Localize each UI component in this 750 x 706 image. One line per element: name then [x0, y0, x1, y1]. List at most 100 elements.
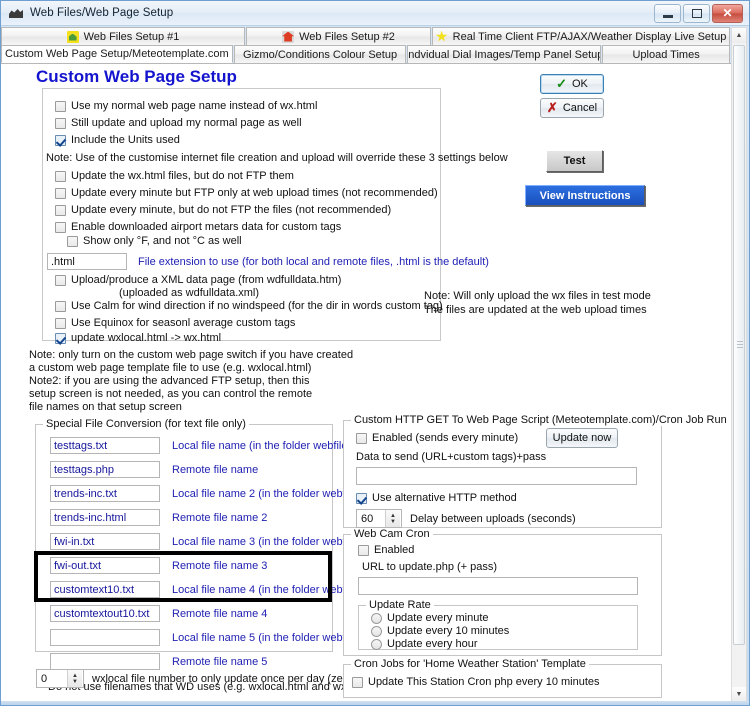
- house-red-icon: [282, 30, 295, 43]
- checkbox-update-every-minute-no-ftp[interactable]: Update every minute, but do not FTP the …: [55, 204, 391, 216]
- custom-http-get-caption: Custom HTTP GET To Web Page Script (Mete…: [351, 414, 730, 426]
- minimize-icon[interactable]: [654, 3, 681, 23]
- file-conv-row-2: Remote file name: [50, 461, 258, 478]
- checkbox-update-station-cron[interactable]: Update This Station Cron php every 10 mi…: [352, 676, 600, 688]
- checkbox-http-get-enabled[interactable]: Enabled (sends every minute): [356, 432, 518, 444]
- close-icon[interactable]: ✕: [712, 3, 743, 23]
- checkbox-upload-xml-data-page[interactable]: Upload/produce a XML data page (from wdf…: [55, 274, 341, 286]
- view-instructions-button[interactable]: View Instructions: [525, 185, 645, 206]
- remote-file-name-1-input[interactable]: [50, 461, 160, 478]
- checkbox-use-calm-wind-direction[interactable]: Use Calm for wind direction if no windsp…: [55, 300, 443, 312]
- maximize-icon[interactable]: [683, 3, 710, 23]
- spinner-down-icon[interactable]: ▼: [390, 519, 396, 525]
- wxlocal-number-input[interactable]: [37, 670, 67, 687]
- remote-file-name-5-input[interactable]: [50, 653, 160, 670]
- local-file-name-1-input[interactable]: [50, 437, 160, 454]
- file-extension-input[interactable]: [47, 253, 127, 270]
- checkbox-update-no-ftp[interactable]: Update the wx.html files, but do not FTP…: [55, 170, 294, 182]
- spinner-down-icon[interactable]: ▼: [72, 679, 78, 685]
- checkbox-use-alt-http-method[interactable]: Use alternative HTTP method: [356, 492, 517, 504]
- radio-label: Update every minute: [387, 612, 489, 624]
- tab-upload-times[interactable]: Upload Times: [602, 45, 730, 63]
- http-get-data-label: Data to send (URL+custom tags)+pass: [356, 451, 547, 463]
- checkbox-box: [67, 235, 78, 247]
- webcam-url-input[interactable]: [358, 577, 638, 595]
- tab-row-secondary: Custom Web Page Setup/Meteotemplate.com …: [1, 45, 731, 63]
- delay-stepper[interactable]: ▲ ▼: [356, 509, 402, 528]
- remote-file-name-3-input[interactable]: [50, 557, 160, 574]
- view-instructions-label: View Instructions: [539, 189, 631, 202]
- local-file-name-4-input[interactable]: [50, 581, 160, 598]
- tab-individual-dial-images[interactable]: Indvidual Dial Images/Temp Panel Setup: [407, 45, 602, 63]
- checkbox-label: Enabled (sends every minute): [372, 432, 519, 444]
- radio-update-every-hour[interactable]: Update every hour: [371, 638, 478, 650]
- checkbox-label: Use alternative HTTP method: [372, 492, 517, 504]
- checkbox-show-only-f[interactable]: Show only °F, and not °C as well: [67, 235, 242, 247]
- local-file-name-3-input[interactable]: [50, 533, 160, 550]
- remote-file-name-4-label: Remote file name 4: [172, 607, 268, 620]
- tab-web-files-setup-1[interactable]: Web Files Setup #1: [1, 27, 245, 45]
- checkbox-box: [55, 117, 66, 129]
- scroll-up-icon[interactable]: ▲: [732, 28, 746, 43]
- xml-sublabel: (uploaded as wdfulldata.xml): [119, 287, 260, 299]
- remote-file-name-4-input[interactable]: [50, 605, 160, 622]
- x-icon: ✗: [546, 100, 558, 115]
- main-options-panel: Use my normal web page name instead of w…: [42, 88, 508, 344]
- radio-circle: [371, 612, 382, 624]
- checkbox-update-every-minute-ftp-upload-times[interactable]: Update every minute but FTP only at web …: [55, 187, 438, 199]
- test-mode-note-line-2: The files are updated at the web upload …: [424, 304, 647, 316]
- page-title: Custom Web Page Setup: [36, 67, 237, 86]
- scrollbar-thumb[interactable]: [733, 45, 745, 645]
- radio-label: Update every 10 minutes: [387, 625, 510, 637]
- remote-file-name-1-label: Remote file name: [172, 463, 259, 476]
- checkbox-box: [55, 170, 66, 182]
- update-now-button[interactable]: Update now: [546, 428, 618, 448]
- tab-custom-web-page-setup[interactable]: Custom Web Page Setup/Meteotemplate.com: [1, 45, 233, 63]
- checkbox-label: Enable downloaded airport metars data fo…: [71, 221, 342, 233]
- scroll-down-icon[interactable]: ▼: [732, 687, 746, 702]
- tab-real-time-client[interactable]: Real Time Client FTP/AJAX/Weather Displa…: [432, 27, 730, 45]
- checkbox-still-update-normal-page[interactable]: Still update and upload my normal page a…: [55, 117, 302, 129]
- local-file-name-3-label: Local file name 3 (in the folder webfile…: [172, 535, 366, 548]
- file-conv-row-8: Remote file name 4: [50, 605, 267, 622]
- http-get-data-input[interactable]: [356, 467, 637, 485]
- cancel-button[interactable]: ✗ Cancel: [540, 98, 604, 118]
- notes-line-4: setup screen is not needed, as you can c…: [29, 388, 313, 400]
- ok-button[interactable]: ✓ OK: [540, 74, 604, 94]
- web-cam-cron-caption: Web Cam Cron: [351, 528, 433, 540]
- checkbox-webcam-enabled[interactable]: Enabled: [358, 544, 414, 556]
- status-bar: [1, 701, 749, 705]
- checkbox-box: [55, 221, 66, 233]
- radio-update-every-minute[interactable]: Update every minute: [371, 612, 489, 624]
- checkbox-use-normal-page-name[interactable]: Use my normal web page name instead of w…: [55, 100, 317, 112]
- local-file-name-5-input[interactable]: [50, 629, 160, 646]
- checkbox-box: [352, 676, 363, 688]
- tab-label: Gizmo/Conditions Colour Setup: [243, 48, 398, 61]
- tab-web-files-setup-2[interactable]: Web Files Setup #2: [246, 27, 431, 45]
- checkbox-box: [55, 274, 66, 286]
- radio-update-every-10-minutes[interactable]: Update every 10 minutes: [371, 625, 509, 637]
- remote-file-name-2-label: Remote file name 2: [172, 511, 268, 524]
- checkbox-include-units[interactable]: Include the Units used: [55, 134, 180, 146]
- tab-label: Web Files Setup #2: [299, 30, 395, 43]
- test-button[interactable]: Test: [546, 150, 603, 172]
- checkbox-label: Still update and upload my normal page a…: [71, 117, 302, 129]
- checkbox-update-wxlocal[interactable]: update wxlocal.html -> wx.html: [55, 332, 221, 344]
- webcam-url-label: URL to update.php (+ pass): [362, 561, 498, 573]
- file-conv-row-5: Local file name 3 (in the folder webfile…: [50, 533, 366, 550]
- file-extension-label: File extension to use (for both local an…: [138, 256, 489, 268]
- checkbox-enable-airport-metars[interactable]: Enable downloaded airport metars data fo…: [55, 221, 341, 233]
- wxlocal-number-stepper[interactable]: ▲ ▼: [36, 669, 84, 688]
- spinner-arrows-icon[interactable]: ▲ ▼: [385, 510, 400, 527]
- file-conv-row-3: Local file name 2 (in the folder webfile…: [50, 485, 366, 502]
- delay-input[interactable]: [357, 510, 385, 527]
- notes-line-1: Note: only turn on the custom web page s…: [29, 349, 354, 361]
- checkbox-label: Update every minute but FTP only at web …: [71, 187, 438, 199]
- checkbox-use-equinox[interactable]: Use Equinox for seasonl average custom t…: [55, 317, 295, 329]
- remote-file-name-2-input[interactable]: [50, 509, 160, 526]
- vertical-scrollbar[interactable]: ▲ ▼: [731, 27, 747, 703]
- local-file-name-2-input[interactable]: [50, 485, 160, 502]
- spinner-arrows-icon[interactable]: ▲ ▼: [67, 670, 82, 687]
- tab-gizmo-conditions-colour-setup[interactable]: Gizmo/Conditions Colour Setup: [233, 45, 407, 63]
- update-now-label: Update now: [552, 432, 612, 444]
